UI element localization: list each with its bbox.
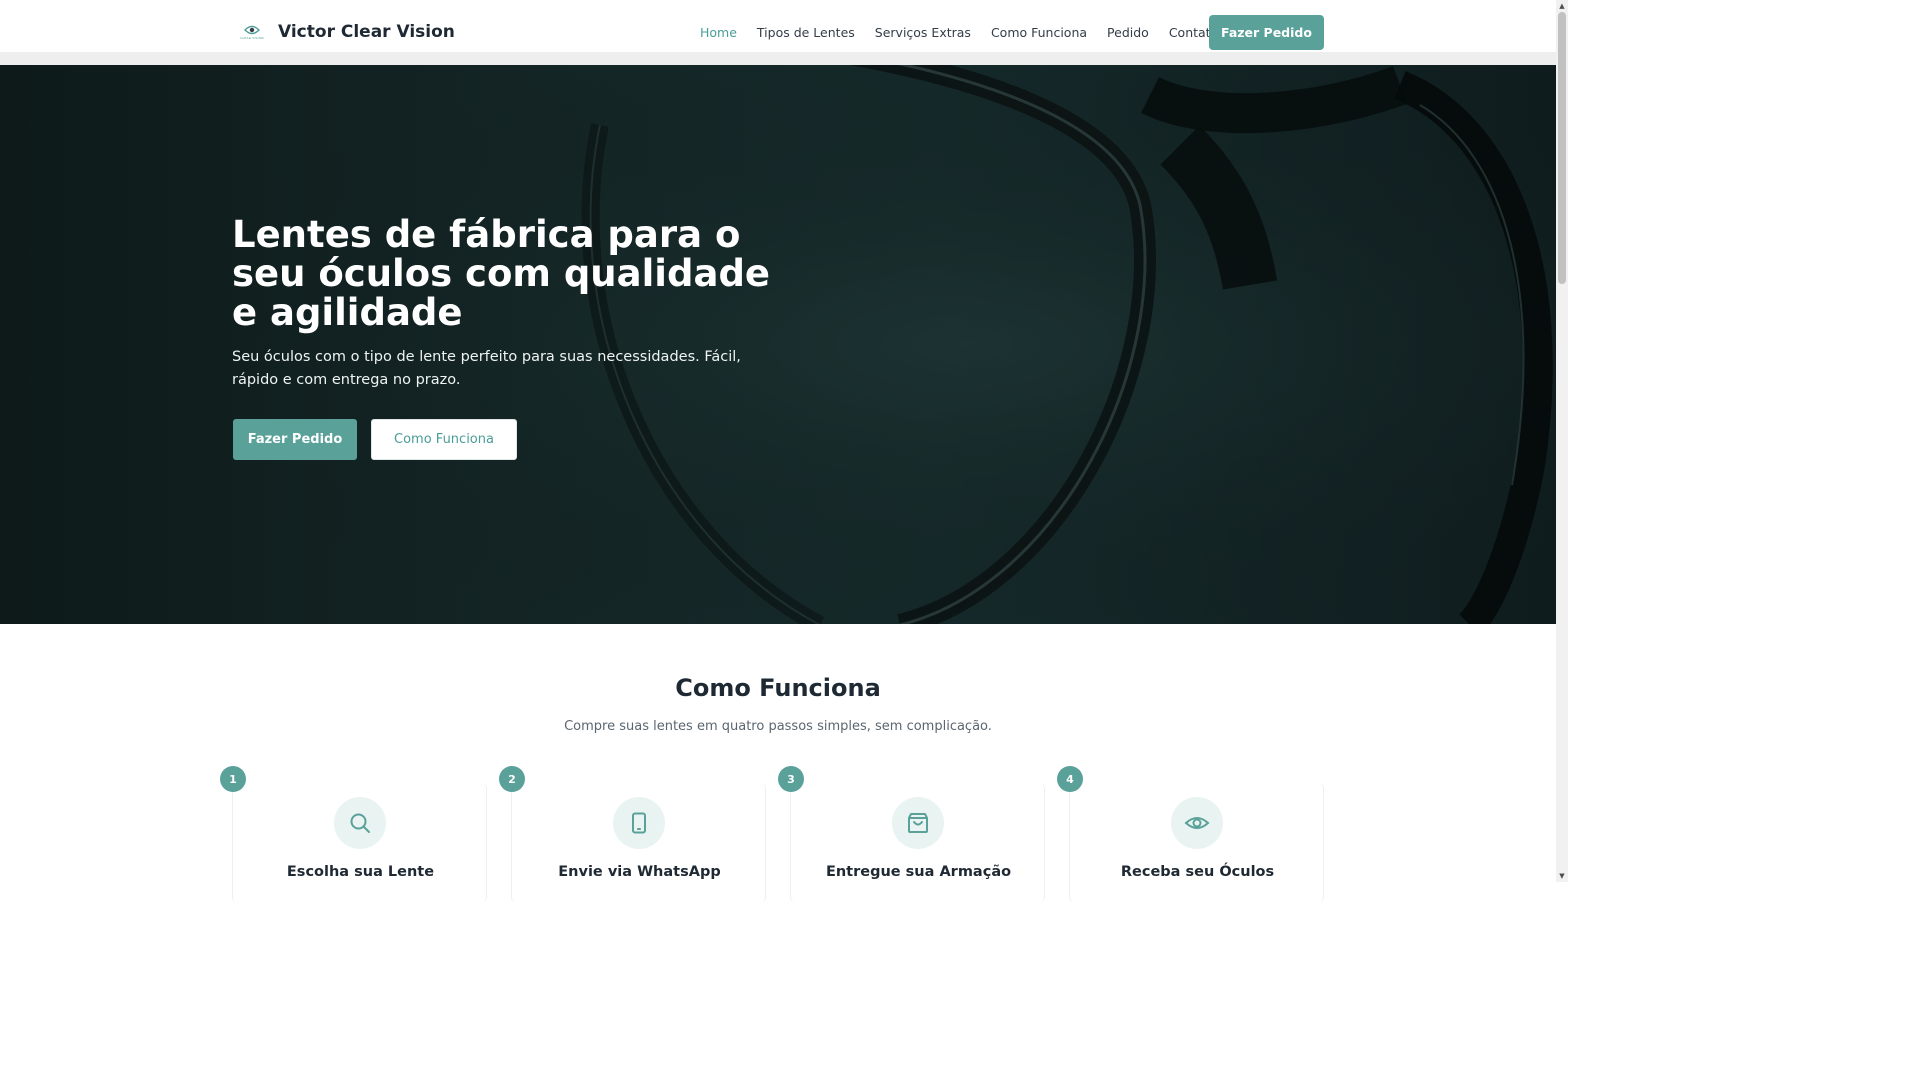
brand-name: Victor Clear Vision [278,22,455,42]
scroll-up-arrow-icon[interactable]: ▲ [1556,0,1568,12]
logo: CLEAR VISION [240,20,264,44]
step-title: Entregue sua Armação [825,864,1012,880]
hero-section: Lentes de fábrica para o seu óculos com … [0,65,1556,624]
step-title: Escolha sua Lente [286,864,435,880]
step-number-badge: 1 [220,766,246,792]
step-card: 3 Entregue sua Armação [778,766,1045,903]
header-order-button[interactable]: Fazer Pedido [1209,15,1324,50]
step-card: 1 Escolha sua Lente [220,766,487,903]
hero-subtitle: Seu óculos com o tipo de lente perfeito … [232,349,741,388]
brand[interactable]: CLEAR VISION Victor Clear Vision [240,20,455,44]
shopping-bag-icon [892,797,944,849]
nav-item-home[interactable]: Home [700,25,737,40]
hero-order-button[interactable]: Fazer Pedido [233,419,357,460]
logo-text: CLEAR VISION [240,36,264,40]
step-number-badge: 2 [499,766,525,792]
hero-how-it-works-button[interactable]: Como Funciona [371,419,517,460]
page-scrollbar[interactable]: ▲ ▼ [1556,0,1568,882]
eye-icon [1171,797,1223,849]
how-it-works-title: Como Funciona [675,674,881,702]
eye-icon [244,25,260,35]
hero-title: Lentes de fábrica para o seu óculos com … [232,213,771,334]
smartphone-icon [613,797,665,849]
step-card: 2 Envie via WhatsApp [499,766,766,903]
nav-item-como-funciona[interactable]: Como Funciona [991,25,1087,40]
step-number-badge: 3 [778,766,804,792]
step-title: Envie via WhatsApp [558,864,721,880]
glasses-background-image [0,65,1556,624]
site-header: CLEAR VISION Victor Clear Vision Home Ti… [0,0,1556,52]
header-divider [0,52,1556,65]
step-card: 4 Receba seu Óculos [1057,766,1324,903]
scrollbar-thumb[interactable] [1558,12,1566,284]
step-title: Receba seu Óculos [1120,864,1275,880]
main-nav: Home Tipos de Lentes Serviços Extras Com… [690,15,1228,50]
how-it-works-subtitle: Compre suas lentes em quatro passos simp… [564,719,992,734]
nav-item-tipos-de-lentes[interactable]: Tipos de Lentes [757,25,855,40]
scroll-down-arrow-icon[interactable]: ▼ [1556,870,1568,882]
search-icon [334,797,386,849]
nav-item-pedido[interactable]: Pedido [1107,25,1149,40]
nav-item-servicos-extras[interactable]: Serviços Extras [875,25,971,40]
step-number-badge: 4 [1057,766,1083,792]
